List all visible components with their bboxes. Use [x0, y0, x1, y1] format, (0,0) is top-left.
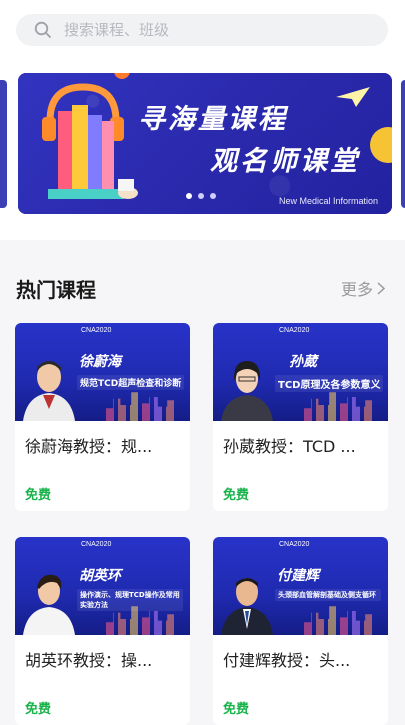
course-title: 孙葳教授：TCD ...	[223, 437, 356, 456]
search-icon	[34, 21, 51, 38]
course-card[interactable]: CNA2020 付建辉 头颈部血管解剖基础及侧支循环 付建辉教授：头... 免费	[213, 537, 388, 725]
thumb-lecturer-name: 付建辉	[277, 568, 319, 584]
course-price: 免费	[223, 702, 250, 717]
thumb-logo-text: CNA2020	[279, 327, 310, 334]
lecturer-photo	[221, 578, 273, 635]
carousel-next-peek[interactable]	[401, 80, 405, 208]
course-price: 免费	[25, 488, 52, 503]
thumb-cityscape	[106, 392, 178, 421]
thumb-cityscape	[304, 606, 376, 635]
course-title: 胡英环教授：操...	[25, 651, 153, 670]
thumb-logo-text: CNA2020	[81, 541, 112, 548]
thumb-lecturer-name: 孙葳	[289, 354, 317, 370]
course-thumbnail: CNA2020 孙葳 TCD原理及各参数意义	[213, 323, 388, 421]
thumb-topic: 头颈部血管解剖基础及侧支循环	[275, 589, 381, 601]
more-label: 更多	[340, 280, 373, 299]
carousel-dots	[186, 193, 216, 199]
course-thumbnail: CNA2020 徐蔚海 规范TCD超声检查和诊断	[15, 323, 190, 421]
lecturer-photo	[23, 361, 75, 421]
banner-subtitle: New Medical Information	[278, 196, 378, 206]
carousel-dot[interactable]	[198, 193, 204, 199]
carousel-prev-peek[interactable]	[0, 80, 7, 208]
thumb-lecturer-name: 徐蔚海	[79, 354, 121, 370]
course-thumbnail: CNA2020 胡英环 操作演示、规理TCD操作及常用实验方法	[15, 537, 190, 635]
course-card[interactable]: CNA2020 孙葳 TCD原理及各参数意义 孙葳教授：TCD ... 免费	[213, 323, 388, 511]
search-input[interactable]	[62, 20, 346, 40]
thumb-cityscape	[304, 392, 376, 421]
course-title: 徐蔚海教授：规...	[25, 437, 153, 456]
thumb-topic: 规范TCD超声检查和诊断	[77, 375, 185, 390]
search-bar[interactable]	[16, 14, 388, 46]
course-thumbnail: CNA2020 付建辉 头颈部血管解剖基础及侧支循环	[213, 537, 388, 635]
paper-plane-icon	[336, 87, 370, 107]
banner-title-line1: 寻海量课程	[138, 104, 288, 135]
lecturer-photo	[221, 361, 273, 421]
thumb-topic: TCD原理及各参数意义	[275, 375, 384, 392]
course-price: 免费	[223, 488, 250, 503]
section-title-hot-courses: 热门课程	[16, 278, 96, 302]
course-title: 付建辉教授：头...	[223, 651, 351, 670]
books-headphones-illustration	[42, 83, 138, 199]
course-card[interactable]: CNA2020 徐蔚海 规范TCD超声检查和诊断 徐蔚海教授：规... 免费	[15, 323, 190, 511]
course-card[interactable]: CNA2020 胡英环 操作演示、规理TCD操作及常用实验方法 胡英环教授：操.…	[15, 537, 190, 725]
promo-banner[interactable]: 寻海量课程 观名师课堂 New Medical Information	[18, 73, 392, 214]
carousel-dot[interactable]	[210, 193, 216, 199]
thumb-logo-text: CNA2020	[81, 327, 112, 334]
lecturer-photo	[23, 574, 75, 635]
thumb-topic: 操作演示、规理TCD操作及常用实验方法	[77, 589, 183, 611]
chevron-right-icon	[377, 281, 385, 295]
carousel-dot-active[interactable]	[186, 193, 192, 199]
thumb-logo-text: CNA2020	[279, 541, 310, 548]
thumb-lecturer-name: 胡英环	[79, 568, 121, 584]
banner-title-line2: 观名师课堂	[210, 146, 360, 177]
course-price: 免费	[25, 702, 52, 717]
more-link[interactable]: 更多	[341, 276, 385, 300]
